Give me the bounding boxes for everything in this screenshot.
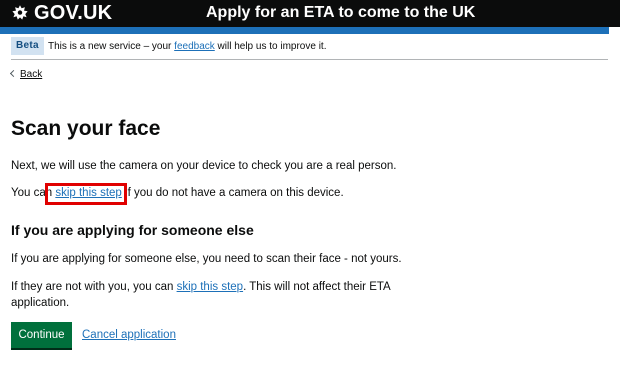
page-title: Scan your face [11, 117, 161, 140]
phase-banner-divider [11, 59, 608, 60]
beta-tag: Beta [11, 37, 44, 55]
skip-step-paragraph: You can skip this step if you do not hav… [11, 185, 344, 201]
back-link-label: Back [20, 69, 43, 80]
skip-this-step-link[interactable]: skip this step [55, 187, 121, 199]
service-name[interactable]: Apply for an ETA to come to the UK [206, 2, 475, 24]
govuk-logo-text[interactable]: GOV.UK [34, 1, 112, 25]
feedback-link[interactable]: feedback [174, 41, 215, 52]
header-accent-bar [0, 27, 609, 34]
phase-text-after: will help us to improve it. [214, 41, 327, 52]
camera-check-text: Next, we will use the camera on your dev… [11, 160, 397, 172]
back-link[interactable]: Back [9, 68, 43, 82]
crown-icon[interactable] [11, 4, 29, 21]
phase-banner-text: This is a new service – your feedback wi… [48, 40, 326, 53]
not-with-you-paragraph: If they are not with you, you can skip t… [11, 279, 421, 311]
someone-else-heading: If you are applying for someone else [11, 222, 254, 238]
phase-banner: Beta This is a new service – your feedba… [11, 37, 608, 57]
not-with-you-text-before: If they are not with you, you can [11, 281, 177, 293]
someone-else-text: If you are applying for someone else, yo… [11, 253, 402, 265]
skip-text-before: You can [11, 187, 56, 199]
phase-text-before: This is a new service – your [48, 41, 175, 52]
site-header: GOV.UK Apply for an ETA to come to the U… [0, 0, 620, 27]
chevron-left-icon [9, 69, 18, 78]
cancel-application-link[interactable]: Cancel application [82, 327, 176, 343]
skip-this-step-link-secondary[interactable]: skip this step [177, 281, 243, 293]
continue-button[interactable]: Continue [11, 322, 72, 348]
skip-text-after: if you do not have a camera on this devi… [121, 187, 344, 199]
